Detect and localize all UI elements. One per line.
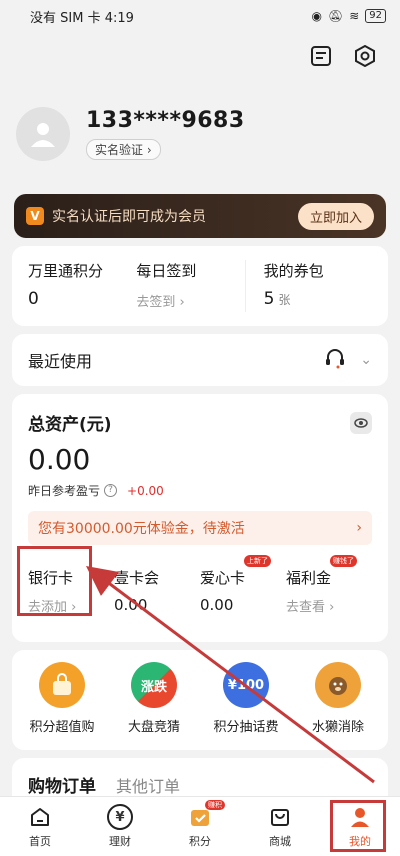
- stat-value: 0: [28, 289, 39, 309]
- status-carrier-time: 没有 SIM 卡 4:19: [30, 10, 134, 26]
- otter-game-icon: [315, 662, 361, 708]
- tab-home[interactable]: 首页: [5, 804, 75, 849]
- chevron-right-icon: ›: [356, 520, 362, 536]
- assets-header: 总资产(元): [28, 410, 372, 435]
- status-bar: 没有 SIM 卡 4:19 ◉ 🔕︎ ≋ 92: [0, 0, 400, 32]
- account-label: 壹卡会: [114, 569, 160, 587]
- account-value: 0.00: [114, 596, 148, 614]
- feature-market-guess[interactable]: 涨跌 大盘竞猜: [109, 662, 199, 738]
- tab-mall[interactable]: 商城: [245, 804, 315, 849]
- status-icons: ◉ 🔕︎ ≋ 92: [311, 9, 386, 23]
- tab-label: 积分: [189, 835, 211, 848]
- bank-card-highlight: [17, 546, 92, 616]
- vip-join-button[interactable]: 立即加入: [297, 202, 374, 230]
- account-sub: 去查看 ›: [286, 600, 335, 615]
- settings-icon[interactable]: [352, 43, 378, 69]
- recent-use-row[interactable]: 最近使用 ⌄: [12, 334, 388, 386]
- battery-indicator: 92: [365, 9, 386, 23]
- assets-title: 总资产(元): [28, 415, 112, 435]
- trial-fund-banner[interactable]: 您有30000.00元体验金，待激活 ›: [28, 511, 372, 545]
- account-yikahui[interactable]: 壹卡会 0.00: [114, 567, 200, 615]
- mine-tab-highlight: [330, 800, 386, 852]
- phone-fee-icon: ¥100: [223, 662, 269, 708]
- tab-label: 首页: [29, 835, 51, 848]
- tab-shopping-orders[interactable]: 购物订单: [28, 772, 96, 797]
- chevron-down-icon[interactable]: ⌄: [360, 352, 372, 368]
- feature-label: 积分超值购: [29, 720, 95, 735]
- vip-info: V 实名认证后即可成为会员: [26, 206, 206, 226]
- feature-label: 大盘竞猜: [127, 720, 180, 735]
- profile-info: 133****9683 实名验证 ›: [86, 108, 245, 160]
- stat-checkin[interactable]: 每日签到 去签到 ›: [136, 260, 244, 312]
- vip-badge-icon: V: [26, 207, 44, 225]
- tab-points[interactable]: 赚积 积分: [165, 800, 235, 849]
- stat-coupons[interactable]: 我的券包 5张: [244, 260, 372, 312]
- account-welfare[interactable]: 赚钱了 福利金 去查看 ›: [286, 555, 372, 615]
- stat-value: 5张: [263, 289, 291, 309]
- headset-icon[interactable]: [324, 347, 346, 373]
- stat-label: 我的券包: [263, 262, 324, 280]
- feature-otter-game[interactable]: 水獭消除: [293, 662, 383, 738]
- stat-points[interactable]: 万里通积分 0: [28, 260, 136, 312]
- vip-banner[interactable]: V 实名认证后即可成为会员 立即加入: [14, 194, 386, 238]
- recent-actions: ⌄: [324, 347, 372, 373]
- points-badge: 赚积: [205, 800, 225, 810]
- yesterday-value: +0.00: [127, 483, 164, 498]
- feature-points-mall[interactable]: 积分超值购: [17, 662, 107, 738]
- tab-label: 商城: [269, 835, 291, 848]
- recent-title: 最近使用: [28, 352, 93, 371]
- wifi-icon: ≋: [349, 9, 360, 23]
- verify-button[interactable]: 实名验证 ›: [86, 139, 161, 160]
- account-love-card[interactable]: 上新了 爱心卡 0.00: [200, 555, 286, 615]
- gift-bag-icon: [39, 662, 85, 708]
- message-icon[interactable]: [308, 43, 334, 69]
- stat-label: 万里通积分: [28, 262, 104, 280]
- verify-label: 实名验证: [95, 143, 144, 157]
- mall-icon: [267, 804, 293, 830]
- stat-sub: 去签到 ›: [136, 295, 185, 310]
- feature-label: 积分抽话费: [213, 720, 279, 735]
- tab-finance[interactable]: ¥ 理财: [85, 804, 155, 849]
- assets-total: 0.00: [28, 443, 91, 476]
- trial-text: 您有30000.00元体验金，待激活: [38, 521, 245, 537]
- new-badge: 上新了: [244, 555, 271, 567]
- earn-badge: 赚钱了: [330, 555, 357, 567]
- stats-card: 万里通积分 0 每日签到 去签到 › 我的券包 5张: [12, 246, 388, 326]
- stat-label: 每日签到: [136, 262, 197, 280]
- stock-guess-icon: 涨跌: [131, 662, 177, 708]
- feature-grid: 积分超值购 涨跌 大盘竞猜 ¥100 积分抽话费 水獭消除: [12, 650, 388, 750]
- vip-text: 实名认证后即可成为会员: [52, 209, 206, 225]
- eye-status-icon: ◉: [311, 9, 322, 23]
- finance-icon: ¥: [107, 804, 133, 830]
- feature-label: 水獭消除: [311, 720, 364, 735]
- phone-number: 133****9683: [86, 108, 245, 133]
- eye-icon[interactable]: [350, 411, 372, 434]
- profile-header: 133****9683 实名验证 ›: [0, 80, 400, 176]
- tab-label: 理财: [109, 835, 131, 848]
- home-icon: [27, 804, 53, 830]
- account-label: 福利金: [286, 569, 332, 587]
- feature-phone-fee[interactable]: ¥100 积分抽话费: [201, 662, 291, 738]
- tab-other-orders[interactable]: 其他订单: [116, 773, 180, 797]
- avatar[interactable]: [16, 107, 70, 161]
- yesterday-pnl: 昨日参考盈亏 ? +0.00: [28, 482, 372, 499]
- order-tabs: 购物订单 其他订单: [28, 772, 372, 797]
- mute-icon: 🔕︎: [327, 9, 344, 23]
- top-actions: [0, 32, 400, 80]
- yesterday-label: 昨日参考盈亏: [28, 484, 101, 498]
- account-label: 爱心卡: [200, 569, 246, 587]
- help-icon[interactable]: ?: [104, 484, 118, 497]
- account-value: 0.00: [200, 596, 234, 614]
